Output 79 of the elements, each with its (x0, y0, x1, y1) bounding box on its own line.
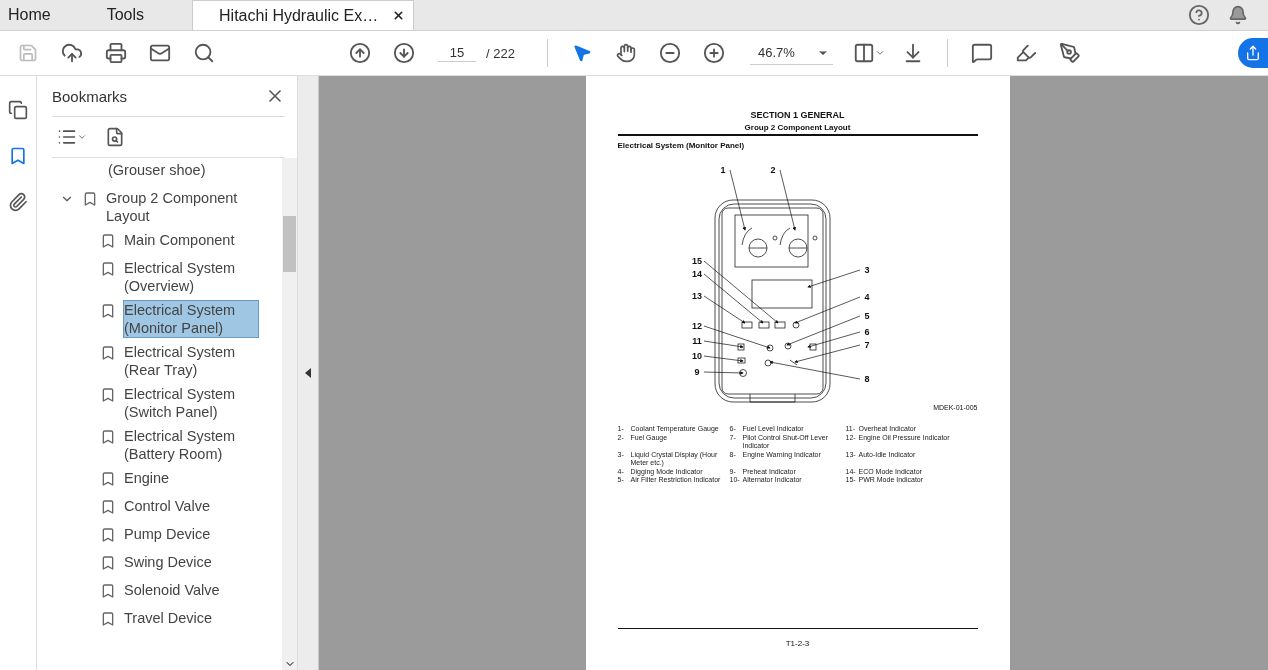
callout-number: 5 (864, 311, 869, 321)
callout-number: 11 (691, 336, 702, 346)
bookmark-icon (100, 499, 116, 515)
callout-number: 2 (770, 165, 775, 175)
group-title: Group 2 Component Layout (617, 123, 978, 136)
bookmark-icon (8, 146, 28, 166)
callout-number: 1 (720, 165, 725, 175)
share-icon (1245, 45, 1261, 61)
bookmark-item[interactable]: Engine (124, 469, 258, 487)
printer-icon (105, 42, 127, 64)
callout-number: 7 (864, 340, 869, 350)
bookmark-item[interactable]: Control Valve (124, 497, 258, 515)
callout-number: 6 (864, 327, 869, 337)
page-total: / 222 (486, 45, 515, 61)
callout-number: 13 (691, 291, 702, 301)
bookmark-icon (100, 527, 116, 543)
bookmark-icon (100, 233, 116, 249)
bookmark-icon (100, 345, 116, 361)
callout-number: 3 (864, 265, 869, 275)
file-search-icon (105, 127, 125, 147)
bookmark-icon (100, 387, 116, 403)
bookmark-icon (100, 303, 116, 319)
help-icon[interactable] (1188, 4, 1210, 26)
highlighter-icon (1014, 42, 1037, 64)
bookmark-item[interactable]: Swing Device (124, 553, 258, 571)
bookmark-icon (100, 261, 116, 277)
bookmark-item[interactable]: (Grouser shoe) (108, 161, 242, 179)
tab[interactable]: Tools (98, 0, 153, 30)
plus-icon (702, 42, 725, 64)
pointer-icon (571, 43, 592, 63)
bookmark-item[interactable]: Group 2 Component Layout (106, 189, 240, 225)
cloud-upload-icon (61, 42, 83, 64)
scroll-thumb[interactable] (283, 216, 296, 272)
tab[interactable]: Hitachi Hydraulic Ex… (192, 0, 415, 30)
bookmark-item[interactable]: Electrical System (Rear Tray) (124, 343, 258, 379)
caret-icon (77, 132, 87, 142)
callout-number: 14 (691, 269, 702, 279)
callout-number: 10 (691, 351, 702, 361)
pen-icon (1058, 42, 1081, 64)
save-icon (18, 43, 38, 63)
minus-icon (658, 42, 681, 64)
bookmark-item[interactable]: Electrical System (Battery Room) (124, 427, 258, 463)
bookmark-item[interactable]: Solenoid Valve (124, 581, 258, 599)
zoom-dropdown[interactable]: 46.7% (749, 41, 833, 65)
panel-title: Bookmarks (52, 87, 128, 105)
pages-icon (8, 100, 28, 120)
callout-number: 9 (694, 367, 699, 377)
paperclip-icon (8, 192, 28, 212)
bookmark-item[interactable]: Pump Device (124, 525, 258, 543)
bookmark-item[interactable]: Electrical System (Overview) (124, 259, 258, 295)
scrollbar[interactable] (282, 158, 297, 670)
bookmark-item[interactable]: Travel Device (124, 609, 258, 627)
section-title: SECTION 1 GENERAL (749, 110, 846, 120)
left-triangle-icon (305, 368, 311, 378)
callout-number: 15 (691, 256, 702, 266)
page-number: T1-2-3 (785, 639, 810, 648)
bookmark-icon (100, 471, 116, 487)
callout-number: 12 (691, 321, 702, 331)
page-fit-icon (852, 42, 875, 64)
list-icon (57, 127, 77, 147)
bookmark-icon (82, 191, 98, 207)
callout-number: 4 (864, 292, 869, 302)
bookmark-icon (100, 611, 116, 627)
bookmark-icon (100, 583, 116, 599)
hand-icon (615, 43, 636, 63)
caret-icon (874, 48, 885, 58)
figure-heading: Electrical System (Monitor Panel) (617, 141, 746, 150)
search-icon (193, 42, 215, 64)
tab[interactable]: Home (0, 0, 59, 30)
bookmark-item[interactable]: Electrical System (Monitor Panel) (124, 301, 258, 337)
bookmark-icon (100, 429, 116, 445)
comment-icon (970, 42, 993, 64)
bookmark-item[interactable]: Main Component (124, 231, 258, 249)
share-button[interactable] (1238, 38, 1268, 68)
bookmark-icon (100, 555, 116, 571)
callout-number: 8 (864, 374, 869, 384)
bell-icon[interactable] (1228, 5, 1248, 25)
bookmark-item[interactable]: Electrical System (Switch Panel) (124, 385, 258, 421)
envelope-icon (149, 42, 171, 64)
